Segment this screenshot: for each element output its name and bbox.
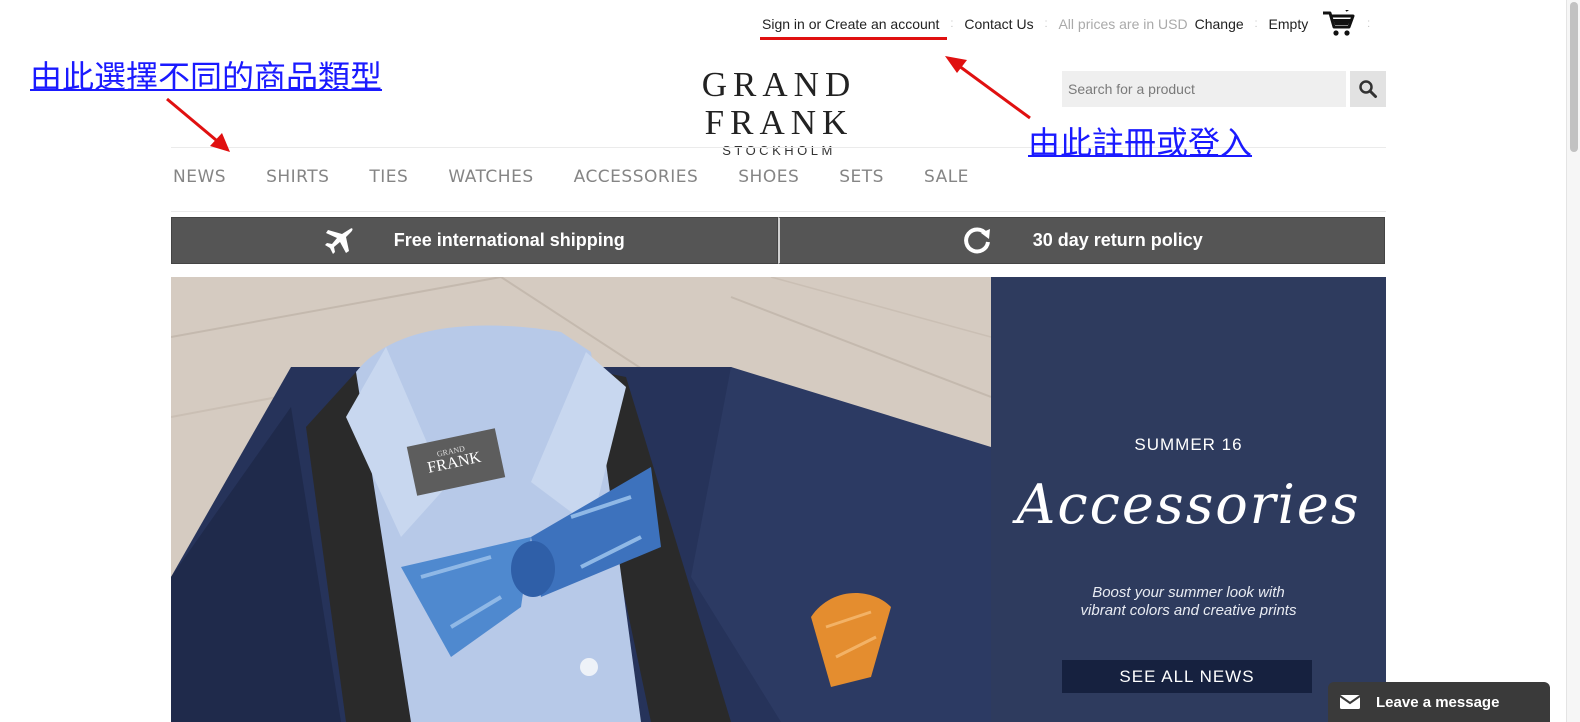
returns-promo[interactable]: 30 day return policy	[777, 217, 1385, 264]
search-button[interactable]	[1350, 71, 1386, 107]
nav-item-sale[interactable]: SALE	[924, 167, 969, 187]
hero-script-title: Accessories	[1016, 473, 1361, 536]
nav-item-accessories[interactable]: ACCESSORIES	[574, 167, 699, 187]
separator: ⁚	[1254, 18, 1258, 29]
separator: ⁚	[950, 18, 954, 29]
nav-item-shirts[interactable]: SHIRTS	[266, 167, 329, 187]
cart-status-link[interactable]: Empty	[1269, 16, 1309, 32]
annotation-signin-hint: 由此註冊或登入	[1028, 125, 1253, 161]
search-icon	[1359, 80, 1377, 98]
arrow-head-icon	[945, 56, 967, 73]
chat-widget[interactable]: Leave a message	[1328, 682, 1550, 722]
utility-bar: Sign in or Create an account ⁚ Contact U…	[762, 10, 1381, 36]
change-currency-link[interactable]: Change	[1195, 16, 1244, 32]
envelope-icon	[1340, 695, 1360, 709]
shipping-promo[interactable]: Free international shipping	[171, 217, 778, 264]
separator: ⁚	[1367, 18, 1371, 29]
arrow-head-icon	[210, 133, 230, 152]
contact-link[interactable]: Contact Us	[964, 16, 1033, 32]
hero-banner: FRANK GRAND SUMMER 16 Accessories Boost …	[171, 277, 1386, 722]
annotation-category-hint: 由此選擇不同的商品類型	[30, 59, 383, 95]
nav-divider	[171, 211, 1386, 212]
hero-image[interactable]: FRANK GRAND	[171, 277, 991, 722]
cart-icon[interactable]	[1322, 10, 1356, 38]
hero-photo-illustration: FRANK GRAND	[171, 277, 991, 722]
page-scrollbar[interactable]	[1566, 0, 1580, 722]
separator: ⁚	[1044, 18, 1048, 29]
see-all-news-button[interactable]: SEE ALL NEWS	[1062, 660, 1312, 693]
hero-tagline: Boost your summer look with vibrant colo…	[991, 584, 1386, 620]
returns-text: 30 day return policy	[1032, 230, 1203, 250]
refresh-icon	[963, 226, 990, 253]
promo-bar: Free international shipping 30 day retur…	[171, 217, 1385, 264]
brand-logo[interactable]: GRAND FRANK STOCKHOLM	[622, 65, 936, 159]
shipping-text: Free international shipping	[393, 230, 625, 250]
hero-promo-panel: SUMMER 16 Accessories Boost your summer …	[991, 277, 1386, 722]
season-title: SUMMER 16	[1134, 435, 1243, 454]
search-input[interactable]	[1062, 71, 1346, 107]
tagline-line-2: vibrant colors and creative prints	[1080, 602, 1297, 619]
airplane-icon	[324, 227, 353, 254]
signin-link[interactable]: Sign in or Create an account	[762, 16, 939, 32]
logo-city: STOCKHOLM	[722, 143, 836, 158]
nav-item-watches[interactable]: WATCHES	[448, 167, 533, 187]
signin-highlight-underline	[760, 37, 947, 40]
main-nav: NEWS SHIRTS TIES WATCHES ACCESSORIES SHO…	[173, 167, 1009, 187]
search-box	[1062, 71, 1386, 107]
tagline-line-1: Boost your summer look with	[1092, 584, 1285, 601]
logo-name: GRAND FRANK	[701, 65, 857, 142]
currency-text: All prices are in USD	[1058, 16, 1188, 32]
scrollbar-thumb[interactable]	[1570, 2, 1578, 152]
nav-item-shoes[interactable]: SHOES	[738, 167, 799, 187]
nav-item-sets[interactable]: SETS	[839, 167, 884, 187]
chat-label: Leave a message	[1376, 693, 1500, 711]
nav-item-news[interactable]: NEWS	[173, 167, 226, 187]
nav-item-ties[interactable]: TIES	[369, 167, 408, 187]
